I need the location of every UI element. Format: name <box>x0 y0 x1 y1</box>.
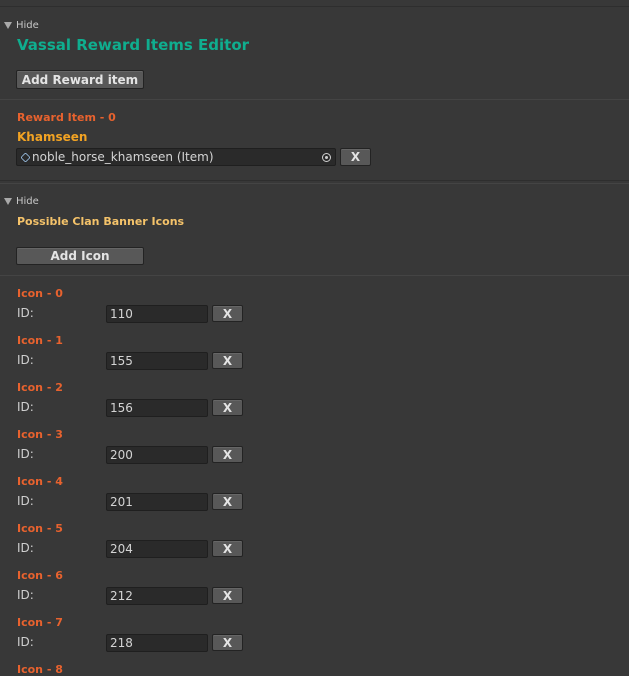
separator <box>0 6 629 7</box>
reward-item-object-field[interactable]: noble_horse_khamseen (Item) <box>16 148 336 166</box>
id-label: ID: <box>17 588 34 602</box>
id-label: ID: <box>17 494 34 508</box>
separator <box>0 275 629 276</box>
remove-icon-button[interactable]: X <box>212 540 243 557</box>
separator <box>0 180 629 181</box>
remove-icon-button[interactable]: X <box>212 446 243 463</box>
id-label: ID: <box>17 400 34 414</box>
icon-header: Icon - 5 <box>17 522 63 535</box>
icon-id-field[interactable]: 155 <box>106 352 208 370</box>
remove-icon-button[interactable]: X <box>212 587 243 604</box>
reward-item-header: Reward Item - 0 <box>17 111 116 124</box>
icon-id-field[interactable]: 201 <box>106 493 208 511</box>
reward-items-foldout[interactable]: Hide <box>4 18 39 32</box>
add-reward-item-button[interactable]: Add Reward item <box>16 70 144 89</box>
icon-id-field[interactable]: 200 <box>106 446 208 464</box>
icon-header: Icon - 4 <box>17 475 63 488</box>
icon-header: Icon - 6 <box>17 569 63 582</box>
icon-id-field[interactable]: 204 <box>106 540 208 558</box>
remove-reward-item-button[interactable]: X <box>340 148 371 166</box>
id-label: ID: <box>17 447 34 461</box>
icon-header: Icon - 2 <box>17 381 63 394</box>
id-label: ID: <box>17 306 34 320</box>
remove-icon-button[interactable]: X <box>212 634 243 651</box>
banner-icons-title: Possible Clan Banner Icons <box>17 215 185 228</box>
add-icon-button[interactable]: Add Icon <box>16 247 144 265</box>
editor-title: Vassal Reward Items Editor <box>17 36 250 54</box>
icon-id-field[interactable]: 110 <box>106 305 208 323</box>
icon-header: Icon - 1 <box>17 334 63 347</box>
icon-id-field[interactable]: 156 <box>106 399 208 417</box>
remove-icon-button[interactable]: X <box>212 352 243 369</box>
id-label: ID: <box>17 353 34 367</box>
inspector-panel: Hide Vassal Reward Items Editor Add Rewa… <box>0 0 629 676</box>
icon-header: Icon - 8 <box>17 663 63 676</box>
foldout-label: Hide <box>16 19 39 31</box>
icon-id-field[interactable]: 218 <box>106 634 208 652</box>
icon-header: Icon - 3 <box>17 428 63 441</box>
remove-icon-button[interactable]: X <box>212 493 243 510</box>
icon-id-field[interactable]: 212 <box>106 587 208 605</box>
clan-banner-foldout[interactable]: Hide <box>4 194 39 208</box>
object-field-value: noble_horse_khamseen (Item) <box>32 150 214 164</box>
foldout-label: Hide <box>16 195 39 207</box>
separator <box>0 99 629 100</box>
icon-header: Icon - 0 <box>17 287 63 300</box>
triangle-down-icon <box>4 21 12 29</box>
icon-header: Icon - 7 <box>17 616 63 629</box>
id-label: ID: <box>17 541 34 555</box>
reward-item-name: Khamseen <box>17 130 88 144</box>
triangle-down-icon <box>4 197 12 205</box>
id-label: ID: <box>17 635 34 649</box>
remove-icon-button[interactable]: X <box>212 305 243 322</box>
item-object-icon <box>20 151 31 163</box>
object-picker-icon[interactable] <box>322 152 331 162</box>
separator <box>0 183 629 184</box>
remove-icon-button[interactable]: X <box>212 399 243 416</box>
